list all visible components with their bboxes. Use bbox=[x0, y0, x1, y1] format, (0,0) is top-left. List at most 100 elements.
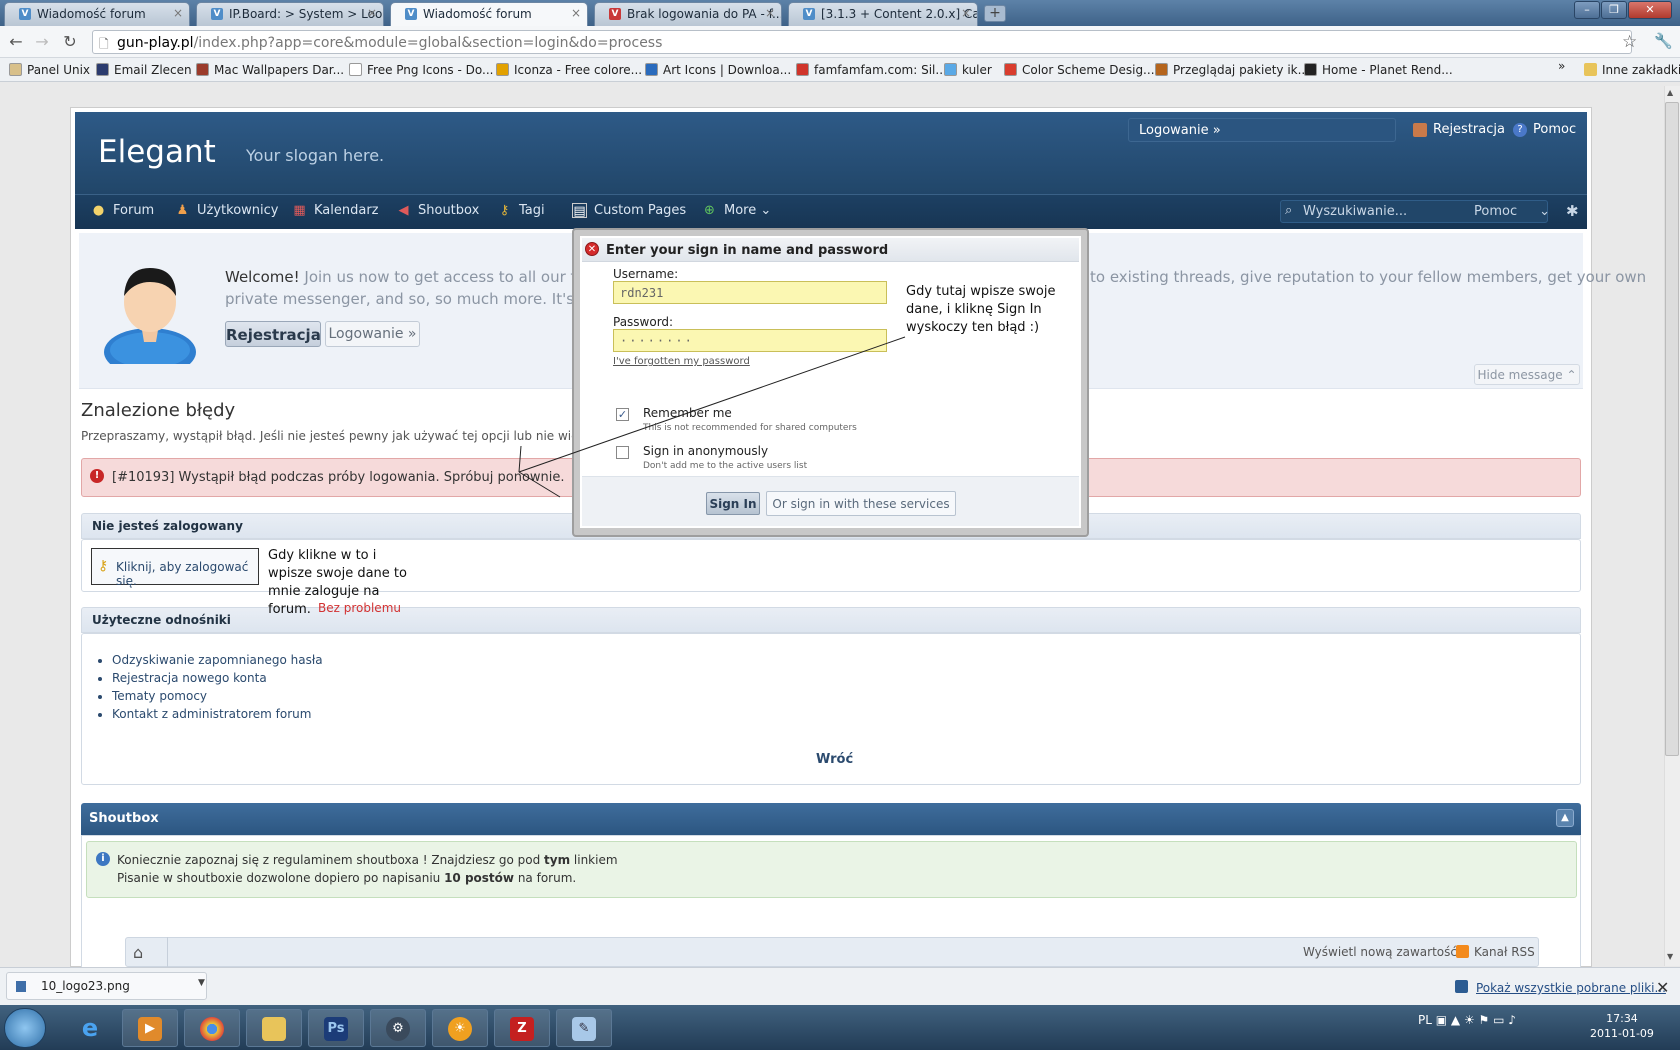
hide-message-button[interactable]: Hide message ⌃ bbox=[1474, 364, 1580, 385]
back-arrow-icon[interactable]: ← bbox=[6, 32, 26, 51]
site-logo[interactable]: Elegant bbox=[98, 134, 216, 170]
bookmark-item[interactable]: Free Png Icons - Do... bbox=[349, 63, 493, 77]
chrome-icon[interactable] bbox=[184, 1009, 240, 1047]
calendar-icon: ▦ bbox=[293, 203, 306, 218]
scroll-up-icon[interactable]: ▲ bbox=[1667, 88, 1673, 97]
explorer-icon[interactable] bbox=[246, 1009, 302, 1047]
new-content-link[interactable]: Wyświetl nową zawartość bbox=[1303, 945, 1457, 959]
rules-link[interactable]: tym bbox=[544, 853, 570, 867]
close-icon[interactable]: × bbox=[367, 6, 377, 20]
register-link[interactable]: Rejestracja bbox=[1413, 122, 1505, 137]
register-button[interactable]: Rejestracja bbox=[225, 321, 321, 347]
tab-3-active[interactable]: V Wiadomość forum × bbox=[390, 2, 588, 27]
tab-1[interactable]: V Wiadomość forum × bbox=[4, 2, 190, 26]
dialog-title: Enter your sign in name and password bbox=[582, 238, 1079, 262]
remember-me-checkbox[interactable]: ✓ bbox=[616, 408, 629, 421]
image-file-icon bbox=[16, 981, 26, 992]
tab-4[interactable]: V Brak logowania do PA - f... × bbox=[594, 2, 782, 26]
nav-forum[interactable]: ● Forum bbox=[91, 203, 154, 218]
scrollbar-thumb[interactable] bbox=[1665, 102, 1679, 756]
back-link[interactable]: Wróć bbox=[816, 752, 853, 767]
anonymous-checkbox[interactable] bbox=[616, 446, 629, 459]
close-icon[interactable]: × bbox=[173, 6, 183, 20]
notepad-icon[interactable]: ✎ bbox=[556, 1009, 612, 1047]
forward-arrow-icon[interactable]: → bbox=[32, 32, 52, 51]
username-field[interactable]: rdn231 bbox=[613, 281, 887, 304]
bookmark-item[interactable]: Color Scheme Desig... bbox=[1004, 63, 1155, 77]
bookmark-item[interactable]: kuler bbox=[944, 63, 992, 77]
rss-link[interactable]: Kanał RSS bbox=[1456, 945, 1535, 959]
list-item[interactable]: Odzyskiwanie zapomnianego hasła bbox=[112, 653, 323, 671]
close-icon[interactable]: × bbox=[571, 6, 581, 20]
key-icon: ⚷ bbox=[499, 203, 510, 218]
reload-icon[interactable]: ↻ bbox=[60, 32, 80, 51]
nav-custom-pages[interactable]: ▤ Custom Pages bbox=[572, 203, 686, 219]
nav-shoutbox[interactable]: ◀ Shoutbox bbox=[396, 203, 480, 218]
list-item[interactable]: Tematy pomocy bbox=[112, 689, 323, 707]
star-icon[interactable]: ☆ bbox=[1622, 32, 1637, 52]
password-field[interactable]: ········ bbox=[613, 329, 887, 352]
bookmark-item[interactable]: Email Zlecen bbox=[96, 63, 192, 77]
download-item[interactable]: 10_logo23.png bbox=[6, 972, 207, 1000]
chevron-down-icon[interactable]: ▼ bbox=[198, 978, 205, 988]
chevron-down-icon: ⌄ bbox=[760, 203, 772, 218]
close-icon[interactable]: ✕ bbox=[1656, 978, 1669, 997]
new-tab-button[interactable]: + bbox=[984, 5, 1006, 22]
close-icon[interactable]: ✕ bbox=[585, 242, 599, 256]
weather-icon[interactable]: ☀ bbox=[432, 1009, 488, 1047]
shoutbox-post-limit-line: Pisanie w shoutboxie dozwolone dopiero p… bbox=[117, 871, 577, 885]
bookmark-item[interactable]: Iconza - Free colore... bbox=[496, 63, 642, 77]
search-input[interactable]: Wyszukiwanie... bbox=[1303, 204, 1407, 219]
collapse-icon[interactable]: ▲ bbox=[1556, 809, 1574, 827]
error-description: Przepraszamy, wystąpił błąd. Jeśli nie j… bbox=[81, 429, 634, 443]
minimize-button[interactable]: – bbox=[1574, 1, 1600, 19]
bookmark-item[interactable]: Home - Planet Rend... bbox=[1304, 63, 1453, 77]
bookmark-item[interactable]: famfamfam.com: Sil... bbox=[796, 63, 947, 77]
nav-users[interactable]: ♟ Użytkownicy bbox=[175, 203, 279, 218]
ie-icon[interactable]: e bbox=[62, 1009, 118, 1047]
tab-5[interactable]: V [3.1.3 + Content 2.0.x] Ca... × bbox=[788, 2, 978, 26]
anonymous-note: Don't add me to the active users list bbox=[643, 461, 808, 471]
media-player-icon[interactable]: ▶ bbox=[122, 1009, 178, 1047]
filezilla-icon[interactable]: Z bbox=[494, 1009, 550, 1047]
nav-tags[interactable]: ⚷ Tagi bbox=[497, 203, 545, 218]
steam-icon[interactable]: ⚙ bbox=[370, 1009, 426, 1047]
list-item[interactable]: Kontakt z administratorem forum bbox=[112, 707, 323, 725]
page-title: Znalezione błędy bbox=[81, 400, 236, 421]
maximize-button[interactable]: ❐ bbox=[1601, 1, 1627, 19]
bookmark-item[interactable]: Mac Wallpapers Dar... bbox=[196, 63, 344, 77]
close-window-button[interactable]: ✕ bbox=[1628, 1, 1672, 19]
home-icon[interactable]: ⌂ bbox=[133, 943, 143, 962]
gear-icon[interactable]: ✱ bbox=[1566, 202, 1579, 220]
login-link[interactable]: Logowanie » bbox=[1128, 118, 1396, 142]
login-button[interactable]: Logowanie » bbox=[325, 321, 420, 347]
more-bookmarks-icon[interactable]: » bbox=[1558, 59, 1565, 73]
search-icon: ⌕ bbox=[1285, 203, 1293, 218]
megaphone-icon: ◀ bbox=[398, 203, 409, 218]
address-bar[interactable]: 🗋 gun-play.pl/index.php?app=core&module=g… bbox=[92, 30, 1632, 54]
tab-2[interactable]: V IP.Board: > System > Loo... × bbox=[196, 2, 384, 26]
click-to-login-link[interactable]: Kliknij, aby zalogować się. bbox=[91, 548, 259, 588]
photoshop-icon[interactable]: Ps bbox=[308, 1009, 364, 1047]
bookmark-item[interactable]: Przeglądaj pakiety ik... bbox=[1155, 63, 1309, 77]
bookmark-item[interactable]: Panel Unix bbox=[9, 63, 90, 77]
wrench-icon[interactable]: 🔧 bbox=[1654, 32, 1673, 50]
close-icon[interactable]: × bbox=[961, 6, 971, 20]
clock[interactable]: 17:34 2011-01-09 bbox=[1590, 1011, 1654, 1041]
system-tray[interactable]: PL ▣ ▲ ☀ ⚑ ▭ ♪ bbox=[1418, 1013, 1516, 1027]
forgot-password-link[interactable]: I've forgotten my password bbox=[613, 356, 750, 367]
scroll-down-icon[interactable]: ▼ bbox=[1667, 952, 1673, 961]
help-link[interactable]: ? Pomoc bbox=[1513, 122, 1576, 137]
bookmark-item[interactable]: Art Icons | Downloa... bbox=[645, 63, 791, 77]
close-icon[interactable]: × bbox=[765, 6, 775, 20]
search-scope-select[interactable]: Pomoc ⌄ bbox=[1474, 204, 1550, 219]
sign-in-button[interactable]: Sign In bbox=[706, 492, 760, 515]
show-all-downloads-link[interactable]: Pokaż wszystkie pobrane pliki... bbox=[1476, 981, 1666, 995]
shoutbox-rule-line: Koniecznie zapoznaj się z regulaminem sh… bbox=[117, 853, 618, 867]
list-item[interactable]: Rejestracja nowego konta bbox=[112, 671, 323, 689]
nav-more[interactable]: ⊕ More ⌄ bbox=[702, 203, 771, 218]
other-bookmarks[interactable]: Inne zakładki bbox=[1584, 63, 1680, 77]
nav-calendar[interactable]: ▦ Kalendarz bbox=[292, 203, 378, 218]
start-button[interactable] bbox=[4, 1008, 46, 1048]
sign-in-services-button[interactable]: Or sign in with these services bbox=[766, 491, 956, 516]
